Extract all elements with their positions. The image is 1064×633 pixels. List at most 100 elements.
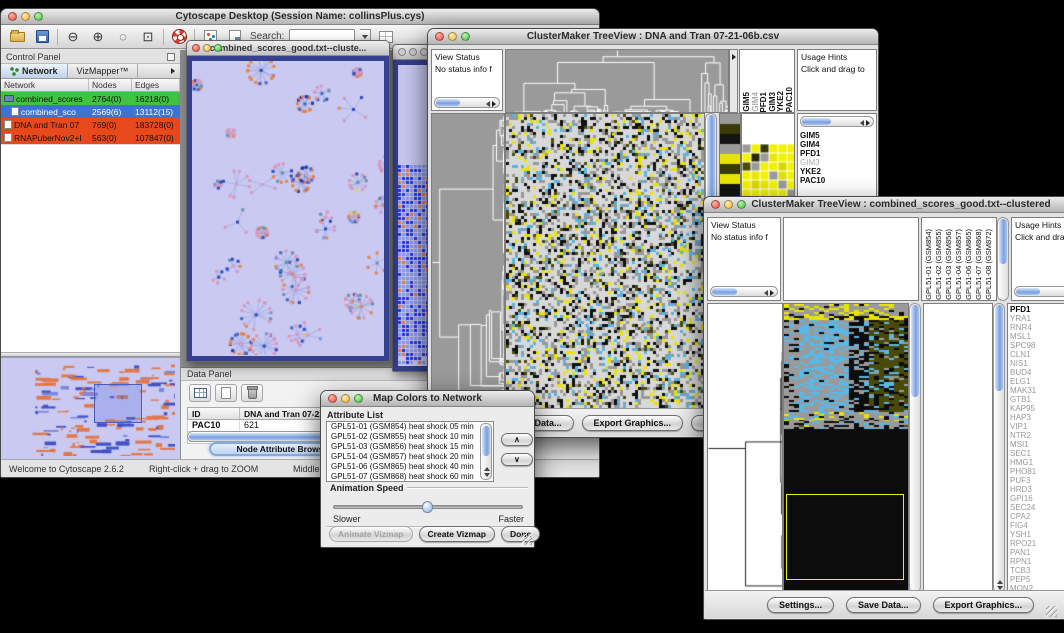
tv2-gene-label[interactable]: VIP1 [1010,422,1064,431]
tv2-heatmap-vscrollbar[interactable] [909,303,921,593]
slider-thumb[interactable] [422,501,433,513]
new-attribute-button[interactable] [215,384,237,402]
tv2-gene-label[interactable]: MSL1 [1010,332,1064,341]
tv2-gene-label[interactable]: RPO21 [1010,539,1064,548]
tv2-gene-label[interactable]: KAP95 [1010,404,1064,413]
tv2-column-dendrogram-box[interactable] [783,217,919,301]
tv1-column-label[interactable]: GIM4 [751,92,760,112]
col-nodes[interactable]: Nodes [89,79,132,91]
attribute-item[interactable]: GPL51-01 (GSM854) heat shock 05 min [329,422,491,432]
tv2-status-hscrollbar[interactable] [710,286,778,297]
tv2-gene-label[interactable]: PFD1 [1010,305,1064,314]
tv2-gene-label[interactable]: RNR4 [1010,323,1064,332]
tv2-gene-label[interactable]: PHO81 [1010,467,1064,476]
tv2-gene-label[interactable]: FIG4 [1010,521,1064,530]
delete-attribute-button[interactable] [241,384,263,402]
scroll-right-icon[interactable] [492,101,496,107]
tv2-column-label[interactable]: GPL51-03 (GSM856) [944,229,954,300]
tv2-gene-label[interactable]: GTB1 [1010,395,1064,404]
tv1-gene-label[interactable]: GIM3 [800,158,874,167]
attribute-item[interactable]: GPL51-03 (GSM856) heat shock 15 min [329,442,491,452]
close-icon[interactable] [328,394,337,403]
tv2-gene-label[interactable]: ELG1 [1010,377,1064,386]
resize-grip-icon[interactable] [1046,606,1057,617]
col-edges[interactable]: Edges [132,79,180,91]
tv1-similarity-thumbnail[interactable] [742,144,795,198]
tab-vizmapper[interactable]: VizMapper™ [68,64,139,78]
tv2-labels-vscrollbar[interactable] [997,217,1009,301]
tv2-gene-label[interactable]: CLN1 [1010,350,1064,359]
birdseye-view[interactable] [1,357,180,459]
zoom-out-button[interactable]: ⊖ [63,28,83,46]
zoom-icon[interactable] [214,44,222,52]
tv2-gene-label[interactable]: NIS1 [1010,359,1064,368]
birdseye-viewport-rect[interactable] [94,384,142,422]
scroll-thumb[interactable] [995,305,1003,391]
close-icon[interactable] [8,12,17,21]
attribute-item[interactable]: GPL51-04 (GSM857) heat shock 20 min [329,452,491,462]
animation-speed-slider[interactable] [333,505,523,509]
tv2-gene-label[interactable]: HRD3 [1010,485,1064,494]
tv1-hints-hscrollbar[interactable] [800,116,874,127]
network-table-row[interactable]: combined_scores2764(0)16218(0) [1,92,180,105]
tv2-column-label[interactable]: GPL51-02 (GSM855) [934,229,944,300]
tv2-column-label[interactable]: GPL51-08 (GSM872) [984,229,994,300]
attribute-item[interactable]: GPL51-07 (GSM868) heat shock 60 min [329,472,491,482]
tv2-action-button[interactable]: Export Graphics... [933,597,1035,613]
scroll-thumb[interactable] [1016,288,1040,295]
tv2-zoom-heatmap[interactable] [924,304,992,592]
tv1-gene-label[interactable]: PFD1 [800,149,874,158]
dialog-title-bar[interactable]: Map Colors to Network [321,391,534,407]
attribute-item[interactable]: GPL51-02 (GSM855) heat shock 10 min [329,432,491,442]
tv1-column-label[interactable]: GIM3 [768,92,777,112]
col-network[interactable]: Network [1,79,89,91]
tv1-column-dendrogram[interactable] [506,50,728,112]
move-down-button[interactable]: ∨ [501,453,533,466]
tv2-gene-label[interactable]: MAK31 [1010,386,1064,395]
scroll-right-icon[interactable] [770,290,774,296]
zoom-icon[interactable] [34,12,43,21]
tv2-gene-label[interactable]: TCB3 [1010,566,1064,575]
tv1-heatmap[interactable] [506,114,704,410]
zoom-selected-button[interactable]: ⊡ [138,28,158,46]
tv2-gene-label[interactable]: SPC98 [1010,341,1064,350]
tv1-action-button[interactable]: Export Graphics... [582,415,684,431]
tv2-row-dendrogram[interactable] [708,304,782,592]
network-table-row[interactable]: DNA and Tran 07769(0)183728(0) [1,118,180,131]
scroll-thumb[interactable] [436,99,460,106]
close-icon[interactable] [711,200,720,209]
zoom-icon[interactable] [461,32,470,41]
birdseye-canvas[interactable] [1,358,175,456]
scroll-thumb[interactable] [999,219,1007,264]
scroll-left-icon[interactable] [486,101,490,107]
tv2-gene-label[interactable]: NTR2 [1010,431,1064,440]
scroll-down-icon[interactable] [484,473,490,477]
tv2-gene-label[interactable]: RPN1 [1010,557,1064,566]
min-icon[interactable] [21,12,30,21]
tv2-column-label[interactable]: GPL51-01 (GSM854) [924,229,934,300]
move-up-button[interactable]: ∧ [501,433,533,446]
tv2-gene-label[interactable]: YRA1 [1010,314,1064,323]
tv1-column-label[interactable]: PFD1 [759,92,768,112]
tv2-gene-label[interactable]: MSI1 [1010,440,1064,449]
close-icon[interactable] [192,44,200,52]
tv1-column-label[interactable]: GIM5 [742,92,751,112]
listbox-vscrollbar[interactable] [480,423,492,480]
tv2-gene-label[interactable]: PUF3 [1010,476,1064,485]
tv2-action-button[interactable]: Save Data... [846,597,921,613]
tv1-splitter-strip[interactable] [729,49,738,113]
tab-overflow-button[interactable] [166,64,180,78]
scroll-thumb[interactable] [712,288,737,295]
close-icon[interactable] [398,48,406,56]
scroll-right-icon[interactable] [866,120,870,126]
col-id[interactable]: ID [188,408,240,419]
resize-grip-icon[interactable] [521,534,532,545]
tv1-gene-label[interactable]: YKE2 [800,167,874,176]
zoom-icon[interactable] [354,394,363,403]
tv2-gene-label[interactable]: CPA2 [1010,512,1064,521]
tv1-gene-label[interactable]: GIM5 [800,131,874,140]
tv2-column-label[interactable]: GPL51-06 (GSM865) [964,229,974,300]
tv2-gene-label[interactable]: SEC1 [1010,449,1064,458]
network-table-row[interactable]: RNAPuberNov2+I563(0)107847(0) [1,131,180,144]
tv2-column-label[interactable]: GPL51-04 (GSM857) [954,229,964,300]
